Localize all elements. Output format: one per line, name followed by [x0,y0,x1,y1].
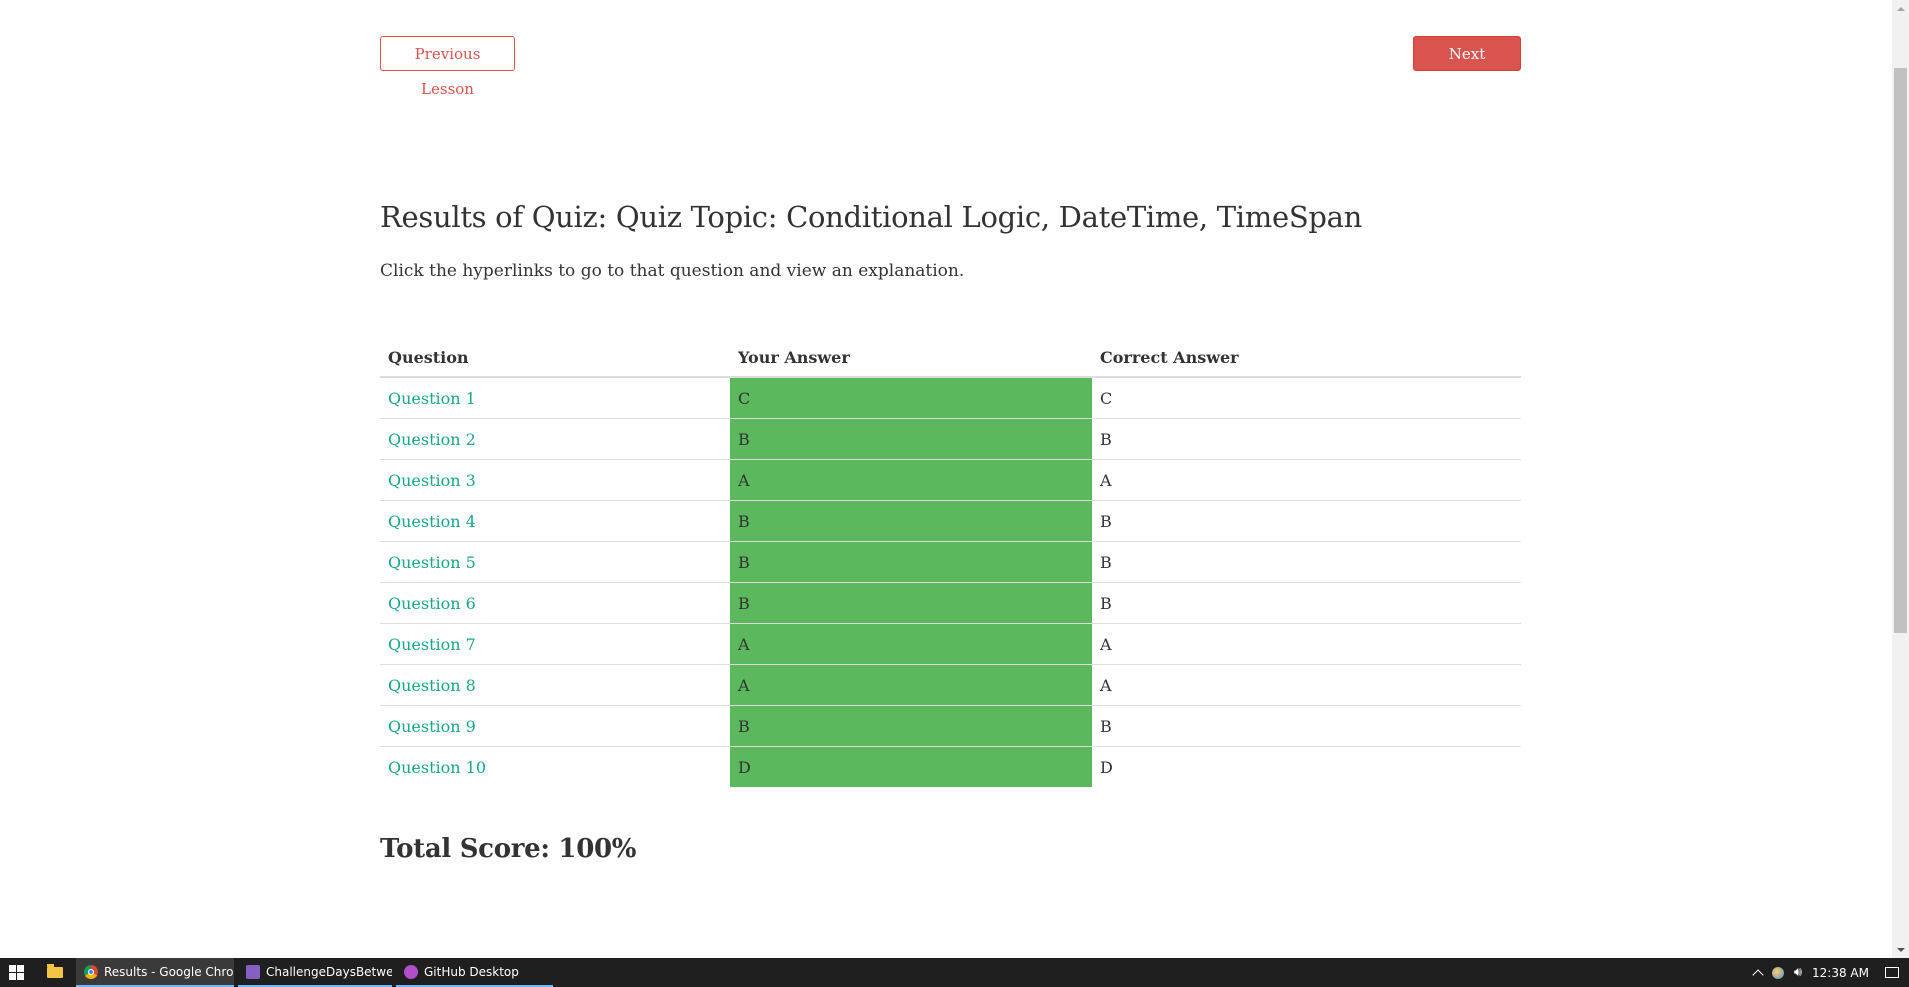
taskbar-item-visual-studio[interactable]: ChallengeDaysBetwe... [238,958,392,987]
question-cell: Question 8 [380,664,730,706]
taskbar-item-chrome[interactable]: Results - Google Chro... [76,958,234,987]
browser-viewport: Previous Lesson Next Lesson Results of Q… [0,0,1909,958]
question-cell: Question 10 [380,746,730,787]
vertical-scrollbar[interactable] [1892,0,1909,958]
your-answer-cell: D [730,746,1092,787]
scrollbar-thumb[interactable] [1894,68,1907,633]
page-description: Click the hyperlinks to go to that quest… [380,261,965,281]
network-icon [1771,966,1784,979]
question-link[interactable]: Question 10 [388,758,486,777]
question-link[interactable]: Question 9 [388,717,476,736]
github-desktop-icon [404,964,418,979]
question-cell: Question 6 [380,582,730,624]
file-explorer-button[interactable] [40,958,70,987]
question-cell: Question 4 [380,500,730,542]
folder-icon [47,964,63,978]
visual-studio-icon [246,964,260,979]
action-center-icon[interactable] [1885,967,1899,978]
taskbar-item-label: Results - Google Chro... [104,964,234,979]
your-answer-cell: A [730,459,1092,501]
your-answer-cell: C [730,376,1092,419]
network-tray-button[interactable] [1771,966,1784,979]
scroll-down-arrow-icon[interactable] [1892,941,1909,958]
results-table: Question Your Answer Correct Answer Ques… [380,339,1521,787]
question-cell: Question 7 [380,623,730,665]
total-score: Total Score: 100% [380,834,637,864]
taskbar-clock[interactable]: 12:38 AM [1812,966,1869,980]
your-answer-cell: B [730,500,1092,542]
speaker-icon: 🔊︎ [1793,965,1803,980]
question-link[interactable]: Question 4 [388,512,476,531]
correct-answer-cell: A [1092,664,1521,706]
question-cell: Question 5 [380,541,730,583]
question-cell: Question 2 [380,418,730,460]
volume-tray-button[interactable]: 🔊︎ [1794,965,1802,980]
question-link[interactable]: Question 5 [388,553,476,572]
table-row: Question 5 BB [380,541,1521,583]
your-answer-cell: A [730,664,1092,706]
column-header-question: Question [380,339,730,378]
chevron-up-icon [1752,968,1764,981]
question-link[interactable]: Question 3 [388,471,476,490]
question-cell: Question 3 [380,459,730,501]
correct-answer-cell: A [1092,623,1521,665]
correct-answer-cell: B [1092,418,1521,460]
previous-lesson-button[interactable]: Previous Lesson [380,36,515,98]
table-row: Question 6 BB [380,582,1521,624]
table-row: Question 1 CC [380,376,1521,419]
your-answer-cell: B [730,418,1092,460]
correct-answer-cell: C [1092,376,1521,419]
question-link[interactable]: Question 1 [388,389,476,408]
chrome-icon [84,964,98,979]
your-answer-cell: B [730,582,1092,624]
table-header-row: Question Your Answer Correct Answer [380,339,1521,378]
your-answer-cell: B [730,541,1092,583]
correct-answer-cell: B [1092,705,1521,747]
correct-answer-cell: B [1092,582,1521,624]
your-answer-cell: A [730,623,1092,665]
table-row: Question 8 AA [380,664,1521,706]
table-row: Question 3 AA [380,459,1521,501]
table-row: Question 10 D D [380,746,1521,787]
show-hidden-icons-button[interactable] [1752,967,1764,981]
question-link[interactable]: Question 8 [388,676,476,695]
results-table-body: Question 1 C C Question 2 B B Question 3 A A Ques… [380,376,1521,787]
table-row: Question 4 BB [380,500,1521,542]
windows-taskbar: Results - Google Chro... ChallengeDaysBe… [0,958,1909,987]
table-row: Question 2 BB [380,418,1521,460]
windows-logo-icon [8,965,24,980]
taskbar-item-label: ChallengeDaysBetwe... [266,964,392,979]
table-row: Question 9 BB [380,705,1521,747]
taskbar-item-label: GitHub Desktop [424,964,519,979]
page-title: Results of Quiz: Quiz Topic: Conditional… [380,200,1363,234]
column-header-correct-answer: Correct Answer [1092,339,1521,378]
system-tray: 🔊︎ 12:38 AM [1752,958,1909,987]
taskbar-item-github-desktop[interactable]: GitHub Desktop [396,958,553,987]
question-link[interactable]: Question 6 [388,594,476,613]
correct-answer-cell: A [1092,459,1521,501]
question-cell: Question 9 [380,705,730,747]
column-header-your-answer: Your Answer [730,339,1092,378]
your-answer-cell: B [730,705,1092,747]
table-row: Question 7 AA [380,623,1521,665]
start-button[interactable] [0,958,32,987]
next-lesson-button[interactable]: Next Lesson [1413,36,1521,98]
question-link[interactable]: Question 7 [388,635,476,654]
correct-answer-cell: B [1092,500,1521,542]
question-link[interactable]: Question 2 [388,430,476,449]
question-cell: Question 1 [380,376,730,419]
correct-answer-cell: B [1092,541,1521,583]
scroll-up-arrow-icon[interactable] [1892,0,1909,17]
correct-answer-cell: D [1092,746,1521,787]
